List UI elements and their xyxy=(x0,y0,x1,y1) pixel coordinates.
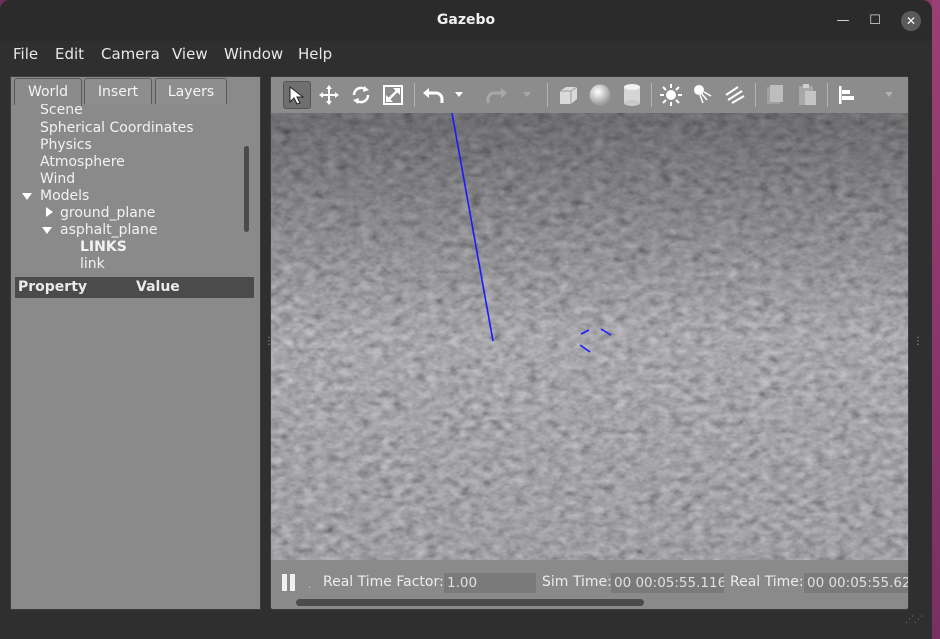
toolbar xyxy=(271,77,908,113)
redo-dropdown-icon[interactable] xyxy=(519,81,535,109)
menu-help[interactable]: Help xyxy=(298,45,332,63)
tree-item-link[interactable]: link xyxy=(80,256,105,273)
sphere-icon[interactable] xyxy=(586,81,614,109)
select-arrow-icon[interactable] xyxy=(283,81,311,109)
redo-icon[interactable] xyxy=(483,81,511,109)
resize-grip-icon[interactable]: ⋰⋰ xyxy=(905,615,923,629)
rtf-label: Real Time Factor: xyxy=(323,574,444,590)
title-bar[interactable]: Gazebo — ☐ ✕ xyxy=(0,0,932,41)
directional-light-icon[interactable] xyxy=(721,81,749,109)
toolbar-separator xyxy=(827,83,828,107)
world-tree: Scene Spherical Coordinates Physics Atmo… xyxy=(12,104,256,274)
expand-down-icon[interactable] xyxy=(42,227,52,234)
real-time-field: 00 00:05:55.62 xyxy=(804,573,908,593)
rotate-icon[interactable] xyxy=(347,81,375,109)
splitter-handle-right[interactable]: ⋮ xyxy=(913,336,923,352)
menu-file[interactable]: File xyxy=(13,45,38,63)
more-dropdown-icon[interactable] xyxy=(881,81,897,109)
tab-insert[interactable]: Insert xyxy=(84,78,152,104)
close-button[interactable]: ✕ xyxy=(901,11,921,31)
tree-item-asphalt-plane[interactable]: asphalt_plane xyxy=(42,222,157,239)
asphalt-ground-render[interactable] xyxy=(271,113,908,560)
step-dot: . xyxy=(308,580,312,591)
tree-item-ground-plane[interactable]: ground_plane xyxy=(46,205,155,222)
tree-item-models[interactable]: Models xyxy=(22,188,89,205)
window-title: Gazebo xyxy=(436,12,496,28)
undo-dropdown-icon[interactable] xyxy=(451,81,467,109)
undo-icon[interactable] xyxy=(419,81,447,109)
scale-icon[interactable] xyxy=(379,81,407,109)
tree-item-atmosphere[interactable]: Atmosphere xyxy=(40,154,125,171)
menu-view[interactable]: View xyxy=(172,45,208,63)
tree-item-physics[interactable]: Physics xyxy=(40,137,92,154)
translate-icon[interactable] xyxy=(315,81,343,109)
maximize-button[interactable]: ☐ xyxy=(866,12,884,30)
expand-right-icon[interactable] xyxy=(46,207,53,217)
tab-layers[interactable]: Layers xyxy=(155,78,227,104)
menu-bar: File Edit Camera View Window Help xyxy=(0,41,932,69)
menu-window[interactable]: Window xyxy=(224,45,283,63)
minimize-button[interactable]: — xyxy=(834,12,852,30)
sim-time-field: 00 00:05:55.116 xyxy=(611,573,724,593)
time-panel-scrollbar[interactable] xyxy=(296,599,644,606)
pause-icon xyxy=(290,574,295,591)
toolbar-separator xyxy=(414,83,415,107)
sim-time-label: Sim Time: xyxy=(542,574,612,590)
tree-label-asphalt-plane: asphalt_plane xyxy=(60,222,158,238)
tree-item-links-header: LINKS xyxy=(80,239,127,255)
toolbar-separator xyxy=(547,83,548,107)
tree-item-spherical-coordinates[interactable]: Spherical Coordinates xyxy=(40,120,194,137)
pause-icon xyxy=(282,574,287,591)
rtf-field: 1.00 xyxy=(444,573,536,593)
toolbar-separator xyxy=(755,83,756,107)
tree-scrollbar[interactable] xyxy=(244,146,249,232)
property-column-header[interactable]: Property xyxy=(18,279,87,295)
tree-resize-dots[interactable]: ..... xyxy=(128,267,141,274)
tab-world[interactable]: World xyxy=(14,78,82,105)
3d-viewport[interactable] xyxy=(271,113,908,560)
desktop-background-right xyxy=(932,0,940,639)
menu-edit[interactable]: Edit xyxy=(55,45,84,63)
point-light-icon[interactable] xyxy=(657,81,685,109)
copy-icon[interactable] xyxy=(761,81,789,109)
toolbar-separator xyxy=(651,83,652,107)
spot-light-icon[interactable] xyxy=(689,81,717,109)
menu-camera[interactable]: Camera xyxy=(101,45,160,63)
expand-down-icon[interactable] xyxy=(22,193,32,200)
tree-label-models: Models xyxy=(40,188,90,204)
tree-item-wind[interactable]: Wind xyxy=(40,171,75,188)
properties-header: Property Value xyxy=(15,277,254,298)
box-icon[interactable] xyxy=(554,81,582,109)
paste-icon[interactable] xyxy=(793,81,821,109)
tree-item-scene[interactable]: Scene xyxy=(40,104,83,119)
value-column-header[interactable]: Value xyxy=(136,279,180,295)
real-time-label: Real Time: xyxy=(730,574,804,590)
pause-button[interactable] xyxy=(281,574,297,592)
splitter-handle-left[interactable]: ⋮ xyxy=(264,336,274,352)
align-icon[interactable] xyxy=(833,81,861,109)
tree-label-ground-plane: ground_plane xyxy=(60,205,156,221)
cylinder-icon[interactable] xyxy=(618,81,646,109)
